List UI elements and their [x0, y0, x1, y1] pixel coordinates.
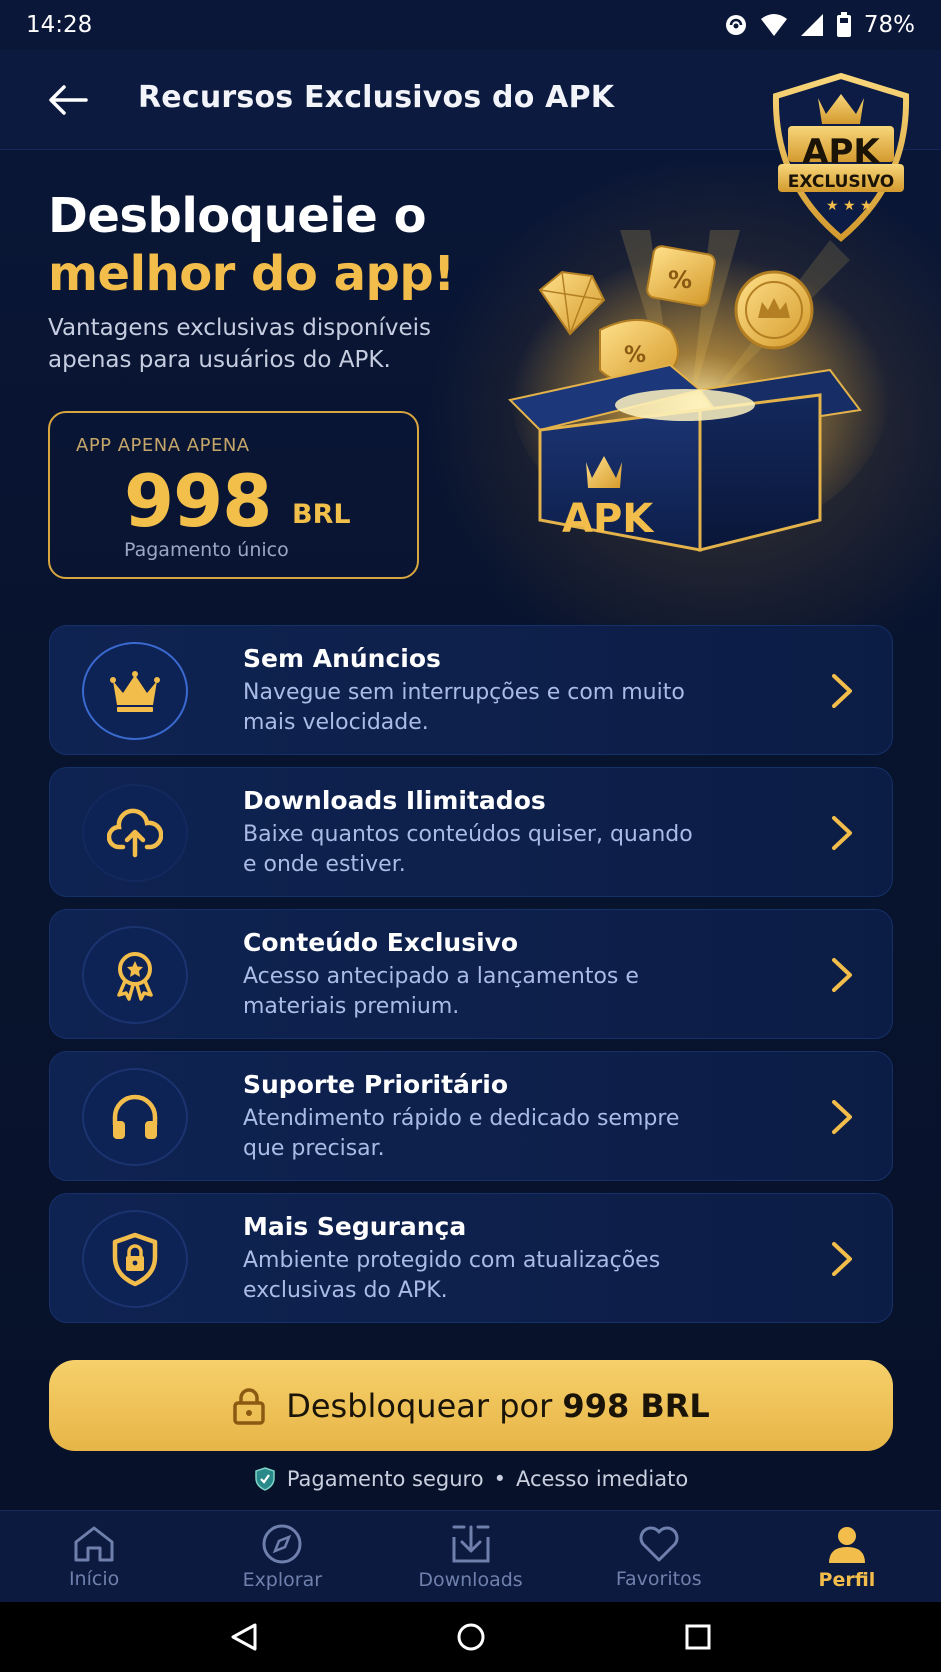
cloud-upload-icon [107, 808, 163, 858]
price-card: APP APENA APENA 998 BRL Pagamento único [48, 411, 419, 579]
price-currency: BRL [292, 499, 351, 530]
triangle-back-icon [231, 1623, 257, 1651]
feature-title: Sem Anúncios [243, 644, 441, 673]
badge-apk-text: APK [802, 132, 880, 172]
nav-item-home[interactable]: Início [0, 1511, 188, 1602]
unlock-button[interactable]: Desbloquear por 998 BRL [49, 1360, 893, 1451]
compass-icon [262, 1524, 302, 1563]
feature-icon-wrap [82, 784, 188, 882]
headphones-icon [112, 1094, 158, 1139]
nav-item-downloads[interactable]: Downloads [376, 1511, 564, 1602]
feature-description: Ambiente protegido com atualizações excl… [243, 1248, 661, 1303]
price-note: Pagamento único [124, 539, 289, 561]
unlock-button-label: Desbloquear por 998 BRL [286, 1386, 710, 1425]
feature-icon-wrap [82, 642, 188, 740]
home-icon [74, 1526, 114, 1561]
shield-lock-icon [112, 1232, 158, 1287]
separator-dot: • [493, 1467, 506, 1491]
award-icon [117, 952, 153, 1001]
feature-title: Downloads Ilimitados [243, 786, 546, 815]
feature-description: Navegue sem interrupções e com muito mai… [243, 680, 685, 735]
price-top-label: APP APENA APENA [76, 435, 250, 456]
shield-check-icon [255, 1467, 275, 1491]
ticket-icon: % [646, 245, 716, 307]
hero-subtitle: Vantagens exclusivas disponíveis apenas … [48, 315, 432, 373]
secure-payment-text: Pagamento seguro [286, 1467, 484, 1491]
lock-icon [233, 1387, 265, 1425]
price-value: 998 [124, 459, 272, 543]
nav-label: Downloads [418, 1568, 523, 1591]
nav-item-favorites[interactable]: Favoritos [565, 1511, 753, 1602]
nav-label: Favoritos [615, 1567, 702, 1590]
coin-icon [734, 270, 814, 350]
status-time: 14:28 [26, 12, 93, 38]
feature-description: Baixe quantos conteúdos quiser, quando e… [243, 822, 693, 877]
feature-description: Atendimento rápido e dedicado sempre que… [243, 1106, 680, 1161]
system-recents-button[interactable] [684, 1623, 712, 1651]
nav-label: Explorar [242, 1568, 323, 1591]
heart-icon [639, 1526, 679, 1561]
secure-payment-note: Pagamento seguro • Acesso imediato [0, 1466, 941, 1492]
feature-card-no-ads[interactable]: Sem Anúncios Navegue sem interrupções e … [49, 625, 893, 755]
circle-home-icon [457, 1623, 485, 1651]
feature-card-exclusive-content[interactable]: Conteúdo Exclusivo Acesso antecipado a l… [49, 909, 893, 1039]
nav-label: Perfil [818, 1568, 876, 1591]
page-title: Recursos Exclusivos do APK [138, 80, 615, 115]
feature-description: Acesso antecipado a lançamentos e materi… [243, 964, 639, 1019]
feature-icon-wrap [82, 1068, 188, 1166]
svg-text:★ ★ ★: ★ ★ ★ [826, 198, 873, 214]
back-button[interactable] [44, 76, 92, 124]
feature-card-unlimited-downloads[interactable]: Downloads Ilimitados Baixe quantos conte… [49, 767, 893, 897]
instant-access-text: Acesso imediato [515, 1467, 689, 1491]
chevron-right-icon [832, 1100, 852, 1134]
feature-title: Suporte Prioritário [243, 1070, 509, 1099]
feature-card-more-security[interactable]: Mais Segurança Ambiente protegido com at… [49, 1193, 893, 1323]
badge-exclusive-text: EXCLUSIVO [787, 172, 895, 192]
system-nav-bar [0, 1602, 941, 1672]
download-icon [452, 1525, 489, 1562]
signal-icon [800, 13, 824, 37]
svg-text:%: % [624, 343, 646, 368]
status-bar: 14:28 78% [0, 0, 941, 50]
square-recents-icon [685, 1624, 711, 1650]
feature-icon-wrap [82, 1210, 188, 1308]
wifi-icon [760, 13, 788, 37]
hero-title-line1: Desbloqueie o [48, 188, 427, 244]
nav-item-explore[interactable]: Explorar [188, 1511, 376, 1602]
hero-title-line2: melhor do app! [48, 246, 455, 302]
battery-percent: 78% [863, 12, 915, 38]
treasure-box-illustration: % % APK [507, 230, 890, 552]
feature-icon-wrap [82, 926, 188, 1024]
svg-text:%: % [668, 266, 692, 294]
user-icon [828, 1526, 865, 1563]
chevron-right-icon [832, 1242, 852, 1276]
arrow-left-icon [49, 85, 88, 115]
nav-label: Início [68, 1567, 120, 1590]
system-back-button[interactable] [229, 1622, 259, 1652]
feature-card-priority-support[interactable]: Suporte Prioritário Atendimento rápido e… [49, 1051, 893, 1181]
box-apk-label: APK [562, 496, 655, 542]
bottom-nav: Início Explorar Downloads Favoritos Perf… [0, 1510, 941, 1602]
status-icons: 78% [724, 12, 915, 38]
nav-item-profile[interactable]: Perfil [753, 1511, 941, 1602]
vpn-icon [724, 13, 748, 37]
feature-title: Mais Segurança [243, 1212, 467, 1241]
system-home-button[interactable] [456, 1622, 486, 1652]
battery-icon [836, 12, 852, 38]
chevron-right-icon [832, 816, 852, 850]
screen: 14:28 78% Recursos Exclusivos do APK ★ ★… [0, 0, 941, 1672]
apk-exclusive-badge: ★ ★ ★ APK EXCLUSIVO [766, 72, 916, 242]
crown-icon [110, 671, 160, 712]
feature-title: Conteúdo Exclusivo [243, 928, 519, 957]
chevron-right-icon [832, 958, 852, 992]
chevron-right-icon [832, 674, 852, 708]
